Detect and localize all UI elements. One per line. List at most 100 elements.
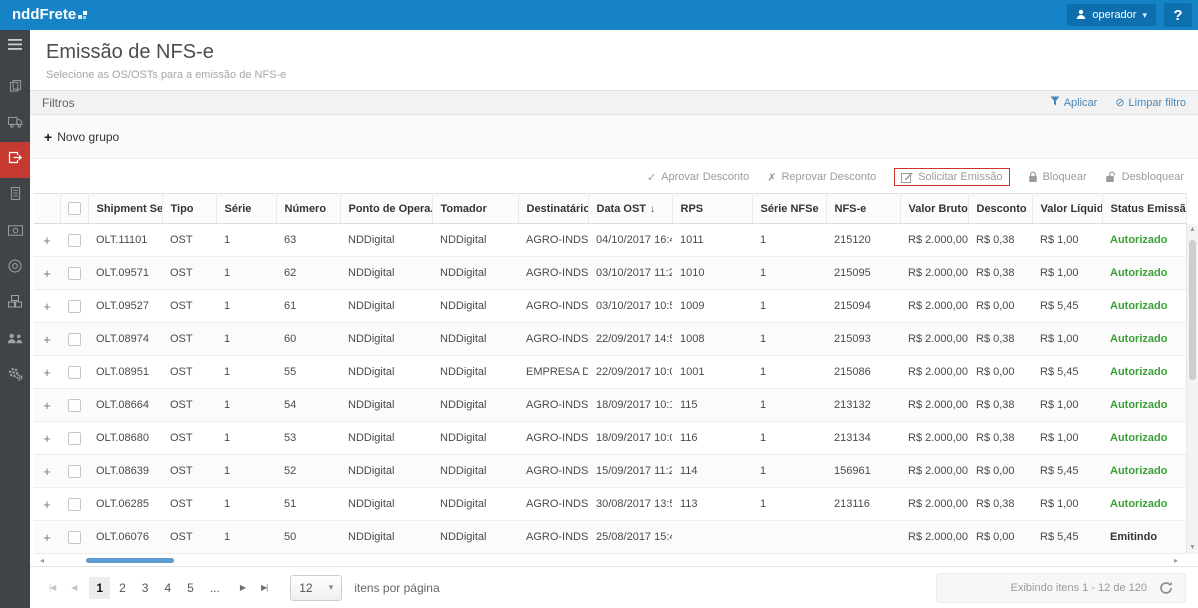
column-header-valor_liquido[interactable]: Valor Líquido <box>1032 194 1102 224</box>
cell-desconto: R$ 0,38 <box>968 323 1032 356</box>
column-header-rps[interactable]: RPS <box>672 194 752 224</box>
row-checkbox[interactable] <box>68 234 81 247</box>
sidebar-item-menu[interactable] <box>0 30 30 62</box>
sidebar-item-monitor[interactable] <box>0 250 30 286</box>
pager-page-2[interactable]: 2 <box>112 577 133 599</box>
row-checkbox[interactable] <box>68 399 81 412</box>
column-header-tomador[interactable]: Tomador <box>432 194 518 224</box>
row-checkbox-cell <box>60 422 88 455</box>
row-expand-button[interactable]: + <box>34 422 60 455</box>
column-header-valor_bruto[interactable]: Valor Bruto <box>900 194 968 224</box>
sidebar-item-users[interactable] <box>0 322 30 358</box>
column-header-desconto[interactable]: Desconto <box>968 194 1032 224</box>
pager-page-4[interactable]: 4 <box>157 577 178 599</box>
refresh-button[interactable] <box>1159 581 1173 595</box>
column-header-status[interactable]: Status Emissão <box>1102 194 1186 224</box>
column-header-tipo[interactable]: Tipo <box>162 194 216 224</box>
row-expand-button[interactable]: + <box>34 257 60 290</box>
page-size-select[interactable]: 12 ▾ <box>290 575 342 601</box>
reject-discount-button[interactable]: ✗Reprovar Desconto <box>767 171 876 184</box>
cell-valor_liquido: R$ 1,00 <box>1032 224 1102 257</box>
row-expand-button[interactable]: + <box>34 224 60 257</box>
horizontal-scrollbar[interactable]: ◂ ▸ <box>34 555 1184 566</box>
row-expand-button[interactable]: + <box>34 290 60 323</box>
apply-filter-button[interactable]: Aplicar <box>1050 96 1098 109</box>
row-checkbox[interactable] <box>68 531 81 544</box>
cell-valor_liquido: R$ 5,45 <box>1032 356 1102 389</box>
cell-rps: 1011 <box>672 224 752 257</box>
user-menu-button[interactable]: operador ▾ <box>1067 4 1156 26</box>
row-checkbox[interactable] <box>68 267 81 280</box>
table-row: +OLT.09527OST161NDDigitalNDDigitalAGRO-I… <box>34 290 1186 323</box>
row-expand-button[interactable]: + <box>34 323 60 356</box>
main-content: Emissão de NFS-e Selecione as OS/OSTs pa… <box>30 30 1198 608</box>
block-button[interactable]: Bloquear <box>1028 171 1087 183</box>
vertical-scrollbar[interactable]: ▲ ▼ <box>1186 224 1198 554</box>
row-checkbox[interactable] <box>68 498 81 511</box>
row-expand-button[interactable]: + <box>34 389 60 422</box>
row-expand-button[interactable]: + <box>34 521 60 554</box>
lock-icon <box>1028 171 1038 183</box>
prev-page-button[interactable]: ◀ <box>64 583 83 592</box>
request-emission-label: Solicitar Emissão <box>918 171 1002 183</box>
column-header-shipment[interactable]: Shipment Sell <box>88 194 162 224</box>
pager-page-5[interactable]: 5 <box>180 577 201 599</box>
row-checkbox[interactable] <box>68 333 81 346</box>
row-expand-button[interactable]: + <box>34 455 60 488</box>
cell-numero: 50 <box>276 521 340 554</box>
row-checkbox[interactable] <box>68 366 81 379</box>
column-header-ponto[interactable]: Ponto de Opera... <box>340 194 432 224</box>
cell-destinatario: AGRO-INDS... <box>518 389 588 422</box>
clear-filter-button[interactable]: ⊘ Limpar filtro <box>1115 96 1186 109</box>
sidebar-item-packages[interactable] <box>0 286 30 322</box>
vertical-scrollbar-thumb[interactable] <box>1189 240 1196 380</box>
cell-tomador: NDDigital <box>432 290 518 323</box>
approve-discount-button[interactable]: ✓Aprovar Desconto <box>647 171 749 184</box>
cell-desconto: R$ 0,00 <box>968 356 1032 389</box>
page-header: Emissão de NFS-e Selecione as OS/OSTs pa… <box>30 30 1198 90</box>
cell-data_ost: 18/09/2017 10:06 <box>588 422 672 455</box>
pager-page-1[interactable]: 1 <box>89 577 110 599</box>
last-page-button[interactable]: ▶| <box>254 583 274 592</box>
cell-desconto: R$ 0,38 <box>968 422 1032 455</box>
scroll-right-button[interactable]: ▸ <box>1168 556 1184 565</box>
pager-page-...[interactable]: ... <box>203 577 227 599</box>
row-expand-button[interactable]: + <box>34 488 60 521</box>
row-checkbox[interactable] <box>68 432 81 445</box>
column-header-destinatario[interactable]: Destinatário <box>518 194 588 224</box>
cell-tipo: OST <box>162 455 216 488</box>
row-checkbox[interactable] <box>68 300 81 313</box>
row-checkbox[interactable] <box>68 465 81 478</box>
sidebar-item-billing[interactable] <box>0 214 30 250</box>
first-page-button[interactable]: |◀ <box>42 583 62 592</box>
column-header-data_ost[interactable]: Data OST↓ <box>588 194 672 224</box>
column-label: Ponto de Opera... <box>349 203 433 215</box>
sidebar-item-emission[interactable] <box>0 142 30 178</box>
new-group-button[interactable]: + Novo grupo <box>44 129 119 145</box>
column-header-nfse[interactable]: NFS-e <box>826 194 900 224</box>
scroll-left-button[interactable]: ◂ <box>34 556 50 565</box>
scroll-up-button[interactable]: ▲ <box>1187 224 1198 236</box>
row-expand-button[interactable]: + <box>34 356 60 389</box>
group-panel: + Novo grupo <box>30 115 1198 159</box>
sidebar-item-truck[interactable] <box>0 106 30 142</box>
filter-icon <box>1050 96 1060 109</box>
cell-data_ost: 22/09/2017 10:00 <box>588 356 672 389</box>
help-button[interactable]: ? <box>1164 3 1192 27</box>
column-label: Série <box>225 203 252 215</box>
column-header-serie_nfse[interactable]: Série NFSe <box>752 194 826 224</box>
horizontal-scrollbar-thumb[interactable] <box>86 558 174 563</box>
monitor-icon <box>8 259 22 278</box>
next-page-button[interactable]: ▶ <box>233 583 252 592</box>
request-emission-button[interactable]: Solicitar Emissão <box>894 168 1009 186</box>
sidebar-item-report[interactable] <box>0 178 30 214</box>
pager-page-3[interactable]: 3 <box>135 577 156 599</box>
sidebar-item-documents[interactable] <box>0 70 30 106</box>
select-all-checkbox[interactable] <box>68 202 81 215</box>
column-header-numero[interactable]: Número <box>276 194 340 224</box>
column-header-serie[interactable]: Série <box>216 194 276 224</box>
column-label: Tipo <box>171 203 194 215</box>
scroll-down-button[interactable]: ▼ <box>1187 542 1198 554</box>
sidebar-item-settings[interactable] <box>0 358 30 394</box>
unblock-button[interactable]: Desbloquear <box>1105 171 1184 183</box>
